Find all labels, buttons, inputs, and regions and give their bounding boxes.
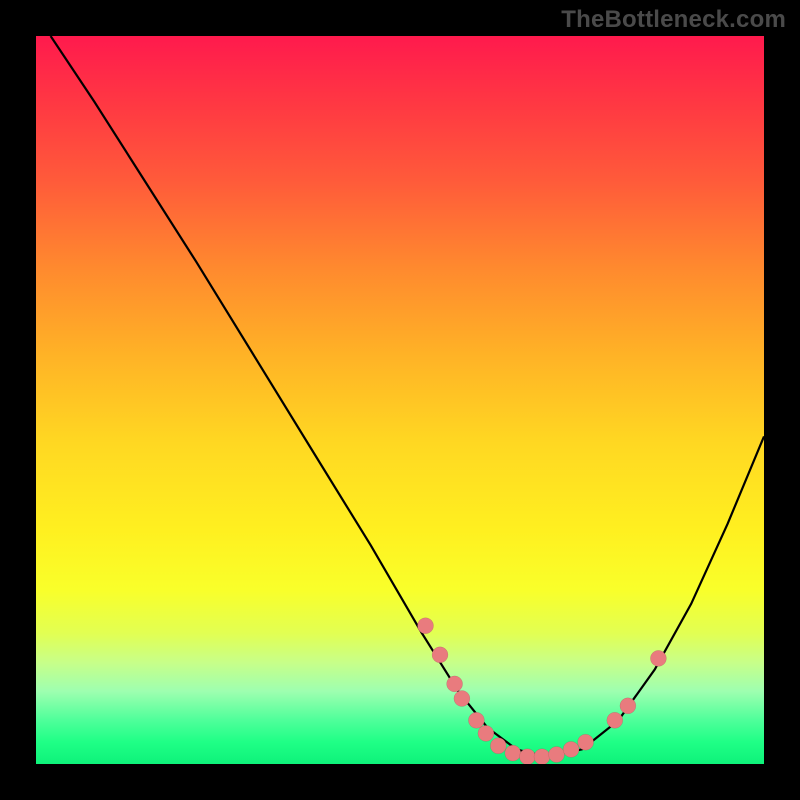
data-point bbox=[478, 725, 494, 741]
data-point bbox=[534, 749, 550, 764]
bottleneck-curve bbox=[51, 36, 764, 757]
data-point bbox=[549, 747, 565, 763]
plot-area bbox=[36, 36, 764, 764]
data-point bbox=[432, 647, 448, 663]
data-point bbox=[519, 749, 535, 764]
data-points bbox=[418, 618, 667, 764]
data-point bbox=[454, 691, 470, 707]
data-point bbox=[578, 734, 594, 750]
data-point bbox=[468, 712, 484, 728]
data-point bbox=[607, 712, 623, 728]
watermark-text: TheBottleneck.com bbox=[561, 6, 786, 34]
data-point bbox=[418, 618, 434, 634]
data-point bbox=[505, 745, 521, 761]
data-point bbox=[650, 650, 666, 666]
curve-layer bbox=[36, 36, 764, 764]
data-point bbox=[490, 738, 506, 754]
data-point bbox=[563, 741, 579, 757]
chart-frame: TheBottleneck.com bbox=[0, 0, 800, 800]
data-point bbox=[447, 676, 463, 692]
data-point bbox=[620, 698, 636, 714]
